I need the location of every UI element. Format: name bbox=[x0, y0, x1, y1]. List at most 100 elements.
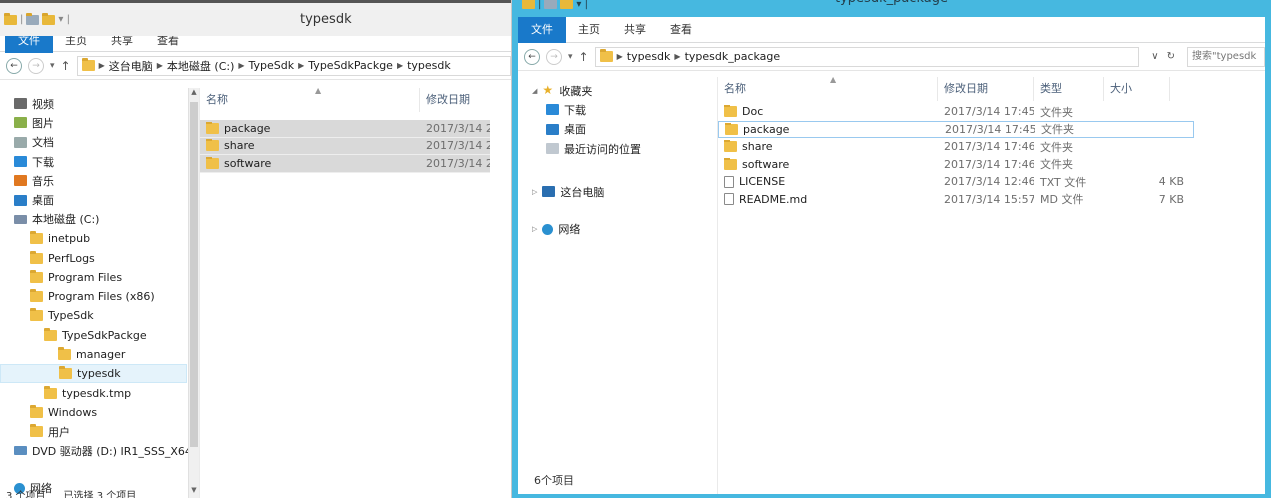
chevron-right-icon[interactable]: ▶ bbox=[157, 61, 163, 70]
file-name: package bbox=[743, 122, 790, 136]
column-date[interactable]: 修改日期 bbox=[938, 77, 1034, 101]
title-bar[interactable]: | ▾ | typesdk bbox=[0, 0, 511, 36]
nav-item-label: 这台电脑 bbox=[560, 185, 605, 199]
nav-item[interactable]: 音乐 bbox=[0, 171, 199, 190]
chevron-right-icon[interactable]: ▶ bbox=[238, 61, 244, 70]
qat-dropdown-icon[interactable]: ▾ | bbox=[58, 14, 70, 25]
nav-item[interactable]: 桌面 bbox=[0, 190, 199, 209]
breadcrumb-item[interactable]: typesdk_package bbox=[685, 50, 781, 63]
refresh-icon[interactable]: ↻ bbox=[1167, 51, 1175, 62]
pc-icon bbox=[542, 186, 556, 198]
breadcrumb-item[interactable]: TypeSdkPackge bbox=[308, 59, 393, 72]
breadcrumb-item[interactable]: 本地磁盘 (C:) bbox=[167, 58, 234, 74]
nav-item[interactable]: DVD 驱动器 (D:) IR1_SSS_X64 bbox=[0, 441, 199, 460]
tab-home[interactable]: 主页 bbox=[566, 18, 612, 42]
nav-item[interactable]: ▷ 这台电脑 bbox=[518, 182, 717, 201]
chevron-right-icon[interactable]: ▶ bbox=[674, 52, 680, 61]
expand-icon[interactable]: ◢ bbox=[532, 87, 537, 95]
search-input[interactable]: 搜索"typesdk bbox=[1187, 46, 1265, 67]
navigation-bar: ← → ▾ ↑ ▶ 这台电脑 ▶ 本地磁盘 (C:) ▶ TypeSdk ▶ T… bbox=[0, 52, 511, 80]
nav-scrollbar[interactable]: ▲ ▼ bbox=[188, 88, 199, 498]
chevron-right-icon[interactable]: ▶ bbox=[617, 52, 623, 61]
expand-icon[interactable]: ▷ bbox=[532, 225, 537, 233]
address-bar[interactable]: ▶ 这台电脑 ▶ 本地磁盘 (C:) ▶ TypeSdk ▶ TypeSdkPa… bbox=[76, 55, 511, 76]
nav-item[interactable]: 下载 bbox=[518, 100, 717, 119]
nav-item[interactable]: TypeSdkPackge bbox=[0, 326, 199, 345]
nav-item[interactable]: 视频 bbox=[0, 94, 199, 113]
file-row[interactable]: LICENSE 2017/3/14 12:46 TXT 文件 4 KB bbox=[718, 173, 1194, 191]
file-rows: Doc 2017/3/14 17:45 文件夹 package 2017/3/14 17… bbox=[718, 103, 1265, 208]
file-row[interactable]: software 2017/3/14 17:46 文件夹 bbox=[718, 156, 1194, 174]
nav-item[interactable]: 图片 bbox=[0, 113, 199, 132]
breadcrumb-item[interactable]: 这台电脑 bbox=[109, 58, 153, 74]
nav-item[interactable]: TypeSdk bbox=[0, 306, 199, 325]
properties-icon[interactable] bbox=[26, 12, 40, 25]
nav-item[interactable]: Program Files bbox=[0, 268, 199, 287]
nav-item[interactable]: ▷ 网络 bbox=[518, 219, 717, 238]
nav-item[interactable]: Program Files (x86) bbox=[0, 287, 199, 306]
file-row[interactable]: package 2017/3/14 20:49 bbox=[200, 120, 490, 138]
recent-locations-icon[interactable]: ▾ bbox=[50, 61, 55, 71]
file-type: 文件夹 bbox=[1040, 140, 1073, 154]
forward-button[interactable]: → bbox=[546, 48, 562, 65]
file-row[interactable]: Doc 2017/3/14 17:45 文件夹 bbox=[718, 103, 1194, 121]
breadcrumb-item[interactable]: typesdk bbox=[407, 59, 451, 72]
folder-icon bbox=[30, 231, 43, 245]
new-folder-icon[interactable] bbox=[42, 12, 56, 25]
address-bar[interactable]: ▶ typesdk ▶ typesdk_package bbox=[594, 46, 1140, 67]
nav-item[interactable]: inetpub bbox=[0, 229, 199, 248]
nav-item[interactable]: typesdk bbox=[0, 364, 187, 384]
nav-item[interactable]: ◢ ★ 收藏夹 bbox=[518, 81, 717, 100]
scroll-up-icon[interactable]: ▲ bbox=[189, 88, 199, 100]
nav-item[interactable]: 用户 bbox=[0, 422, 199, 441]
up-button[interactable]: ↑ bbox=[579, 50, 589, 64]
dl-icon bbox=[14, 156, 27, 168]
title-bar[interactable]: | ▾ | typesdk_package bbox=[518, 0, 1265, 17]
sort-ascending-icon: ▲ bbox=[830, 77, 837, 84]
file-name: README.md bbox=[739, 192, 808, 206]
sort-ascending-icon: ▲ bbox=[315, 88, 322, 95]
item-count: 6个项目 bbox=[534, 474, 574, 487]
file-name-cell: software bbox=[718, 157, 938, 171]
scroll-down-icon[interactable]: ▼ bbox=[189, 486, 199, 498]
nav-item[interactable]: 下载 bbox=[0, 152, 199, 171]
chevron-right-icon[interactable]: ▶ bbox=[397, 61, 403, 70]
file-row[interactable]: share 2017/3/14 17:46 文件夹 bbox=[718, 138, 1194, 156]
nav-item[interactable]: 最近访问的位置 bbox=[518, 139, 717, 158]
nav-item[interactable]: 桌面 bbox=[518, 120, 717, 139]
expand-icon[interactable]: ▷ bbox=[532, 188, 537, 196]
up-button[interactable]: ↑ bbox=[61, 59, 71, 73]
tab-view[interactable]: 查看 bbox=[658, 18, 704, 42]
column-name[interactable]: 名称 bbox=[718, 77, 938, 101]
forward-button[interactable]: → bbox=[28, 57, 44, 74]
folder-icon bbox=[30, 404, 43, 418]
back-button[interactable]: ← bbox=[6, 57, 22, 74]
nav-item[interactable]: Windows bbox=[0, 403, 199, 422]
recent-locations-icon[interactable]: ▾ bbox=[568, 52, 573, 62]
nav-item[interactable]: manager bbox=[0, 345, 199, 364]
scroll-thumb[interactable] bbox=[190, 102, 198, 447]
chevron-right-icon[interactable]: ▶ bbox=[298, 61, 304, 70]
column-name[interactable]: 名称 bbox=[200, 88, 420, 112]
file-row[interactable]: software 2017/3/14 20:49 bbox=[200, 155, 490, 173]
nav-item[interactable]: typesdk.tmp bbox=[0, 383, 199, 402]
breadcrumb-item[interactable]: typesdk bbox=[627, 50, 671, 63]
tab-share[interactable]: 共享 bbox=[612, 18, 658, 42]
nav-item-label: typesdk bbox=[77, 367, 121, 381]
column-type[interactable]: 类型 bbox=[1034, 77, 1104, 101]
file-row[interactable]: README.md 2017/3/14 15:57 MD 文件 7 KB bbox=[718, 191, 1194, 209]
column-size[interactable]: 大小 bbox=[1104, 77, 1170, 101]
column-date[interactable]: 修改日期 bbox=[420, 88, 510, 112]
tab-file[interactable]: 文件 bbox=[518, 16, 566, 43]
explorer-body: 视频 图片 文档 下载 音乐 桌面 本地磁盘 (C:) inetpub PerfLogs Prog… bbox=[0, 88, 511, 498]
back-button[interactable]: ← bbox=[524, 48, 540, 65]
nav-item[interactable]: 文档 bbox=[0, 133, 199, 152]
chevron-right-icon[interactable]: ▶ bbox=[99, 61, 105, 70]
nav-item[interactable]: PerfLogs bbox=[0, 248, 199, 267]
file-row[interactable]: package 2017/3/14 17:45 文件夹 bbox=[718, 120, 1194, 138]
dl-icon bbox=[546, 104, 559, 116]
address-dropdown-icon[interactable]: ∨ bbox=[1151, 51, 1158, 62]
file-row[interactable]: share 2017/3/14 20:49 bbox=[200, 137, 490, 155]
breadcrumb-item[interactable]: TypeSdk bbox=[249, 59, 295, 72]
nav-item[interactable]: 本地磁盘 (C:) bbox=[0, 210, 199, 229]
